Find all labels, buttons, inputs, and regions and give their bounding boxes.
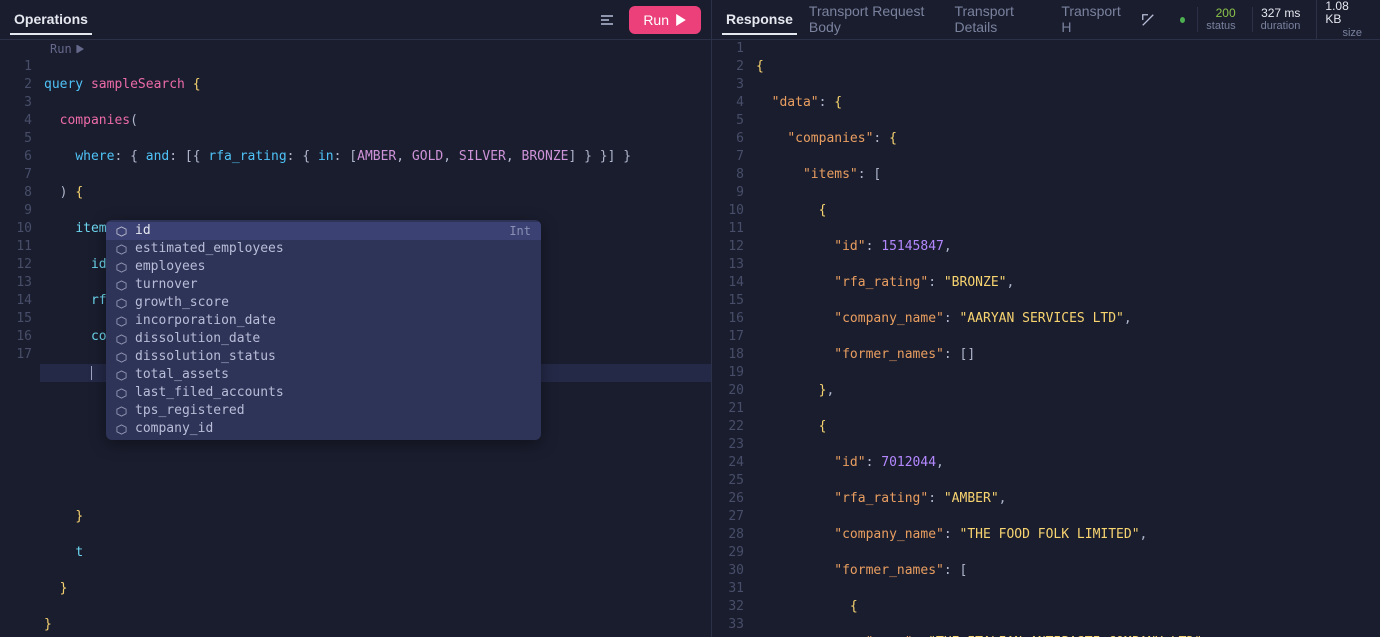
autocomplete-item[interactable]: dissolution_status <box>106 348 541 366</box>
tab-transport-headers[interactable]: Transport H <box>1057 0 1128 43</box>
metric-duration: 327 ms duration <box>1252 7 1309 32</box>
operations-header: Operations Run <box>0 0 711 40</box>
collapse-icon[interactable] <box>1136 6 1160 34</box>
prettify-icon[interactable] <box>593 6 621 34</box>
autocomplete-item[interactable]: total_assets <box>106 366 541 384</box>
query-editor[interactable]: Run 1234567891011121314151617 query samp… <box>0 40 711 637</box>
autocomplete-item[interactable]: turnover <box>106 276 541 294</box>
tab-transport-details[interactable]: Transport Details <box>950 0 1049 43</box>
status-dot-icon <box>1180 17 1185 23</box>
response-viewer[interactable]: 1234567891011121314151617181920212223242… <box>712 40 1380 637</box>
tab-transport-body[interactable]: Transport Request Body <box>805 0 943 43</box>
autocomplete-item[interactable]: incorporation_date <box>106 312 541 330</box>
left-gutter: 1234567891011121314151617 <box>0 40 40 637</box>
autocomplete-popup[interactable]: idInt estimated_employees employees turn… <box>106 220 541 440</box>
operations-tab[interactable]: Operations <box>10 5 92 35</box>
autocomplete-item[interactable]: growth_score <box>106 294 541 312</box>
autocomplete-item[interactable]: idInt <box>106 222 541 240</box>
response-code: { "data": { "companies": { "items": [ { … <box>752 40 1380 637</box>
tab-response[interactable]: Response <box>722 5 797 35</box>
run-button[interactable]: Run <box>629 6 701 34</box>
autocomplete-item[interactable]: last_filed_accounts <box>106 384 541 402</box>
autocomplete-item[interactable]: employees <box>106 258 541 276</box>
autocomplete-item[interactable]: company_id <box>106 420 541 438</box>
right-gutter: 1234567891011121314151617181920212223242… <box>712 40 752 637</box>
autocomplete-item[interactable]: estimated_employees <box>106 240 541 258</box>
run-button-label: Run <box>643 12 669 28</box>
response-header: Response Transport Request Body Transpor… <box>712 0 1380 40</box>
autocomplete-item[interactable]: dissolution_date <box>106 330 541 348</box>
autocomplete-item[interactable]: tps_registered <box>106 402 541 420</box>
metric-size: 1.08 KB size <box>1316 0 1370 38</box>
metric-status: 200 status <box>1197 7 1243 32</box>
